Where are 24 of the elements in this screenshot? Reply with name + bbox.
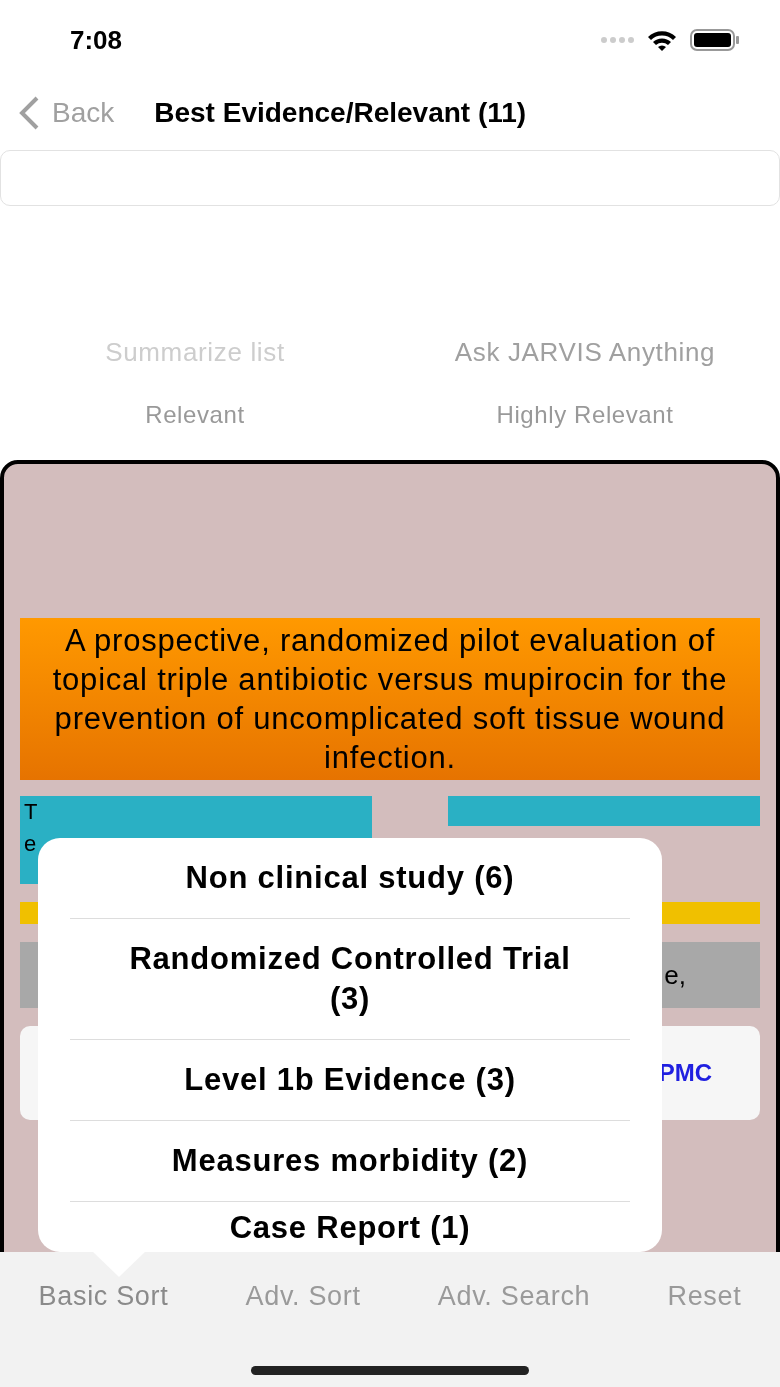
sort-option[interactable]: Non clinical study (6) (70, 838, 630, 919)
panel-text: e, (664, 958, 686, 992)
sort-option[interactable]: Measures morbidity (2) (70, 1121, 630, 1202)
battery-icon (690, 28, 740, 52)
search-field[interactable] (0, 150, 780, 206)
article-title: A prospective, randomized pilot evaluation of topical triple antibiotic versus mupirocin for the prevention of uncomplicated soft tissue wound infection. (20, 618, 760, 780)
panel-text: e (24, 830, 38, 858)
wifi-icon (646, 28, 678, 52)
sort-option[interactable]: Level 1b Evidence (3) (70, 1040, 630, 1121)
signal-icon (600, 36, 634, 44)
status-time: 7:08 (70, 23, 123, 57)
tab[interactable]: Reset (667, 1275, 742, 1317)
screen-title: Best Evidence/Relevant (11) (154, 96, 527, 130)
chevron-left-icon (18, 96, 40, 130)
filter-button[interactable]: Highly Relevant (390, 397, 780, 433)
sort-option[interactable]: Case Report (1) (70, 1202, 630, 1248)
tab[interactable]: Basic Sort (38, 1275, 169, 1317)
tab[interactable]: Adv. Search (437, 1275, 591, 1317)
filter-button[interactable]: Relevant (0, 397, 390, 433)
panel-text: T (24, 798, 38, 826)
action-button[interactable]: Ask JARVIS Anything (390, 332, 780, 372)
sort-option[interactable]: Randomized Controlled Trial (3) (70, 919, 630, 1040)
tab[interactable]: Adv. Sort (245, 1275, 361, 1317)
back-button[interactable]: Back (0, 92, 115, 134)
